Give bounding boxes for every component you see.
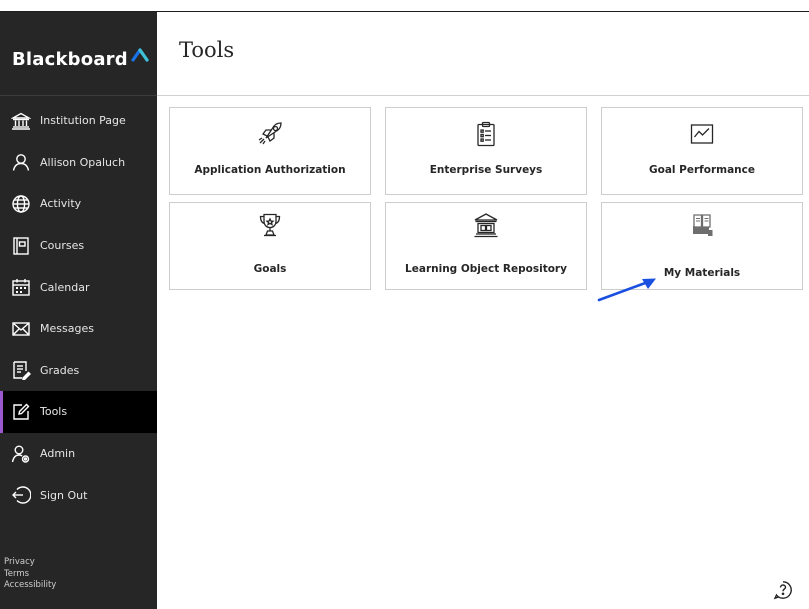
app-frame: Blackboard Institution Page Allison Opal… (0, 0, 809, 609)
privacy-link[interactable]: Privacy (4, 557, 56, 569)
envelope-icon (11, 319, 31, 339)
grades-icon (11, 360, 31, 381)
trophy-icon (170, 211, 370, 239)
tile-label: Application Authorization (194, 164, 346, 176)
page-title: Tools (179, 38, 235, 62)
sidebar-item-label: Grades (40, 363, 80, 377)
sidebar-item-label: Allison Opaluch (40, 155, 126, 169)
tile-label: My Materials (663, 267, 741, 279)
sidebar-item-label: Sign Out (40, 488, 88, 502)
rocket-icon (170, 120, 370, 148)
courses-icon (11, 236, 31, 256)
sidebar-item-label: Courses (40, 239, 85, 253)
sidebar-item-courses[interactable]: Courses (0, 225, 157, 267)
sidebar-item-sign-out[interactable]: Sign Out (0, 474, 157, 516)
tools-icon (11, 402, 31, 422)
main-content: Tools Application Authorization Enterpri… (157, 12, 809, 609)
sidebar-item-label: Institution Page (40, 114, 126, 128)
tile-goals[interactable]: Goals (169, 202, 371, 290)
sidebar-item-label: Messages (40, 322, 94, 336)
sidebar-footer: Privacy Terms Accessibility (0, 557, 56, 592)
sidebar-item-tools[interactable]: Tools (0, 391, 157, 433)
help-icon[interactable] (773, 580, 793, 600)
materials-book-icon (602, 211, 802, 239)
user-icon (11, 152, 31, 172)
sidebar-item-label: Tools (40, 405, 68, 419)
tile-goal-performance[interactable]: Goal Performance (601, 107, 803, 195)
sidebar-item-calendar[interactable]: Calendar (0, 266, 157, 308)
sidebar-nav: Institution Page Allison Opaluch Activit… (0, 100, 157, 516)
tile-label: Learning Object Repository (405, 263, 567, 275)
clipboard-icon (386, 120, 586, 148)
tile-label: Enterprise Surveys (429, 164, 543, 176)
sidebar-item-label: Activity (40, 197, 82, 211)
sidebar-item-messages[interactable]: Messages (0, 308, 157, 350)
sidebar-item-profile[interactable]: Allison Opaluch (0, 142, 157, 184)
tile-enterprise-surveys[interactable]: Enterprise Surveys (385, 107, 587, 195)
line-chart-icon (602, 120, 802, 148)
brand-logo[interactable]: Blackboard (12, 44, 149, 74)
sidebar-item-institution-page[interactable]: Institution Page (0, 100, 157, 142)
sidebar-divider (0, 95, 157, 96)
tile-application-authorization[interactable]: Application Authorization (169, 107, 371, 195)
sign-out-icon (11, 485, 31, 505)
logo-text: Blackboard (12, 48, 128, 70)
sidebar-item-admin[interactable]: Admin (0, 433, 157, 475)
logo-mark-icon (131, 48, 149, 62)
institution-icon (11, 111, 31, 131)
admin-icon (11, 444, 31, 464)
terms-link[interactable]: Terms (4, 569, 56, 581)
repository-building-icon (386, 211, 586, 239)
accessibility-link[interactable]: Accessibility (4, 580, 56, 592)
sidebar-item-grades[interactable]: Grades (0, 350, 157, 392)
tile-my-materials[interactable]: My Materials (601, 202, 803, 290)
sidebar-item-label: Admin (40, 447, 76, 461)
sidebar: Blackboard Institution Page Allison Opal… (0, 12, 157, 609)
tile-label: Goals (253, 263, 287, 275)
header-divider (157, 95, 809, 96)
sidebar-item-label: Calendar (40, 280, 90, 294)
globe-icon (11, 194, 31, 214)
tile-learning-object-repository[interactable]: Learning Object Repository (385, 202, 587, 290)
calendar-icon (11, 277, 31, 297)
tile-label: Goal Performance (649, 164, 755, 176)
sidebar-item-activity[interactable]: Activity (0, 183, 157, 225)
